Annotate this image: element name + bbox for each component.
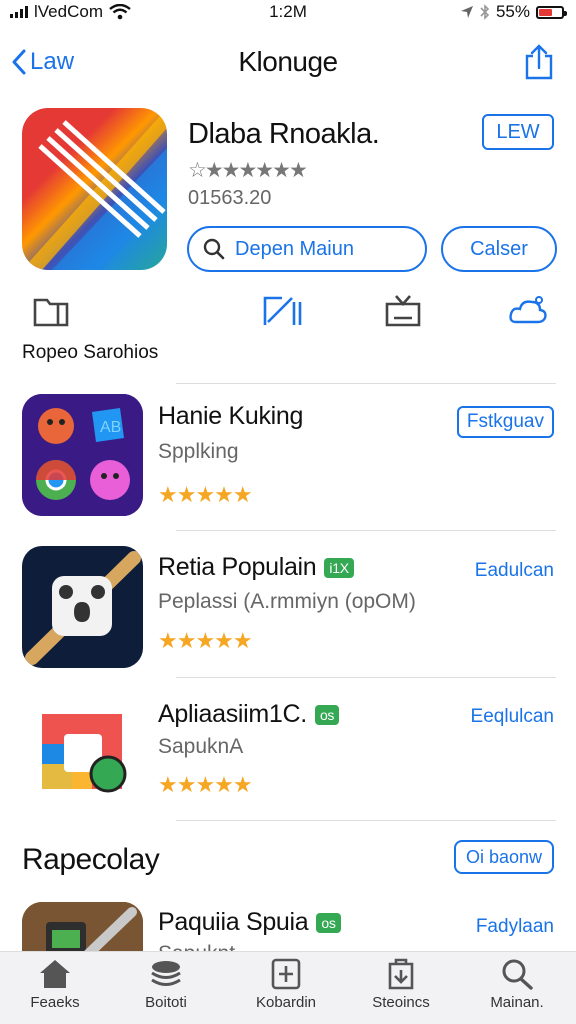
- tab-categories[interactable]: Boitoti: [111, 958, 221, 1011]
- x-logo-icon: [22, 108, 167, 270]
- edit-icon: [263, 296, 302, 325]
- get-button[interactable]: LEW: [482, 114, 554, 150]
- hero-rating: ☆★★★★★★: [188, 159, 308, 182]
- app-sub-1: Spplking: [158, 440, 239, 463]
- tab-updates[interactable]: Steoincs: [346, 958, 456, 1011]
- folder-button[interactable]: [32, 292, 70, 333]
- cancel-button[interactable]: Calser: [441, 226, 557, 272]
- app-icon-2[interactable]: [22, 546, 143, 668]
- divider: [176, 530, 556, 531]
- app-rating-2: ★★★★★: [158, 628, 253, 653]
- search-icon: [203, 238, 225, 260]
- folder-icon: [33, 298, 69, 327]
- app-sub-2: Peplassi (A.rmmiyn (opOM): [158, 590, 416, 613]
- battery-percent: 55%: [495, 2, 530, 21]
- search-icon: [502, 959, 533, 990]
- hero-size: 01563.20: [188, 187, 272, 209]
- tab-label: Boitoti: [145, 994, 187, 1011]
- divider: [176, 677, 556, 678]
- app-name-1: Hanie Kuking: [158, 402, 303, 431]
- status-bar: lVedCom 1:2M 55%: [0, 0, 576, 26]
- tab-bar: Feaeks Boitoti Kobardin Steoincs Mainan.: [0, 951, 576, 1024]
- layers-icon: [151, 961, 181, 986]
- colorful-square-icon: [22, 694, 143, 816]
- stickers-icon: AB: [22, 394, 143, 516]
- plus-box-icon: [271, 958, 301, 990]
- search-label: Depen Maiun: [235, 237, 354, 260]
- tab-featured[interactable]: Feaeks: [0, 958, 110, 1011]
- location-icon: [460, 6, 473, 18]
- tab-create[interactable]: Kobardin: [231, 958, 341, 1011]
- app-rating-3: ★★★★★: [158, 772, 253, 797]
- section-title: Ropeo Sarohios: [22, 342, 159, 363]
- tab-label: Steoincs: [372, 994, 430, 1011]
- app-name-3: Apliaasiim1C. os: [158, 700, 340, 729]
- cloud-icon: [509, 296, 547, 324]
- gift-icon: [385, 295, 421, 327]
- svg-text:AB: AB: [100, 419, 121, 436]
- app-badge-4: os: [316, 912, 341, 933]
- app-badge-3: os: [314, 704, 340, 725]
- app-name-4: Paquiia Spuia os: [158, 908, 341, 937]
- see-all-button[interactable]: Oi baonw: [454, 840, 554, 874]
- inbox-icon: [388, 958, 414, 990]
- gift-button[interactable]: [384, 292, 422, 333]
- device-icon: [22, 546, 143, 668]
- app-icon-3[interactable]: [22, 694, 143, 816]
- tab-label: Feaeks: [30, 994, 80, 1011]
- share-button[interactable]: [524, 44, 554, 85]
- bluetooth-icon: [480, 4, 490, 20]
- tab-search[interactable]: Mainan.: [462, 958, 572, 1011]
- app-rating-1: ★★★★★: [158, 482, 253, 507]
- action-row: [0, 292, 576, 336]
- page-title: Klonuge: [238, 46, 338, 77]
- hero-app-name: Dlaba Rnoakla.: [188, 118, 380, 150]
- app-action-1[interactable]: Fstkguav: [456, 406, 554, 438]
- edit-button[interactable]: [262, 292, 304, 333]
- cloud-button[interactable]: [508, 292, 548, 333]
- nav-bar: Law Klonuge: [0, 36, 576, 90]
- app-sub-3: SapuknA: [158, 735, 244, 758]
- app-name-text: Retia Populain: [158, 553, 317, 581]
- divider: [176, 820, 556, 821]
- app-action-4[interactable]: Fadylaan: [476, 916, 554, 938]
- app-name-2: Retia Populain i1X: [158, 553, 354, 582]
- tab-label: Mainan.: [490, 994, 544, 1011]
- app-action-2[interactable]: Eadulcan: [475, 560, 554, 582]
- section2-title: Rapecolay: [22, 843, 160, 876]
- hero-app-icon[interactable]: [22, 108, 167, 270]
- tab-label: Kobardin: [255, 994, 317, 1011]
- share-icon: [525, 44, 553, 80]
- app-name-text: Apliaasiim1C.: [158, 700, 307, 728]
- app-name-text: Paquiia Spuia: [158, 908, 309, 936]
- divider: [176, 383, 556, 384]
- app-name-text: Hanie Kuking: [158, 402, 304, 430]
- app-icon-1[interactable]: AB: [22, 394, 143, 516]
- search-button[interactable]: Depen Maiun: [187, 226, 427, 272]
- app-action-3[interactable]: Eeqlulcan: [471, 706, 554, 728]
- home-icon: [40, 960, 70, 988]
- battery-icon: [536, 5, 567, 19]
- app-badge-2: i1X: [324, 557, 354, 578]
- status-right: 55%: [460, 2, 567, 22]
